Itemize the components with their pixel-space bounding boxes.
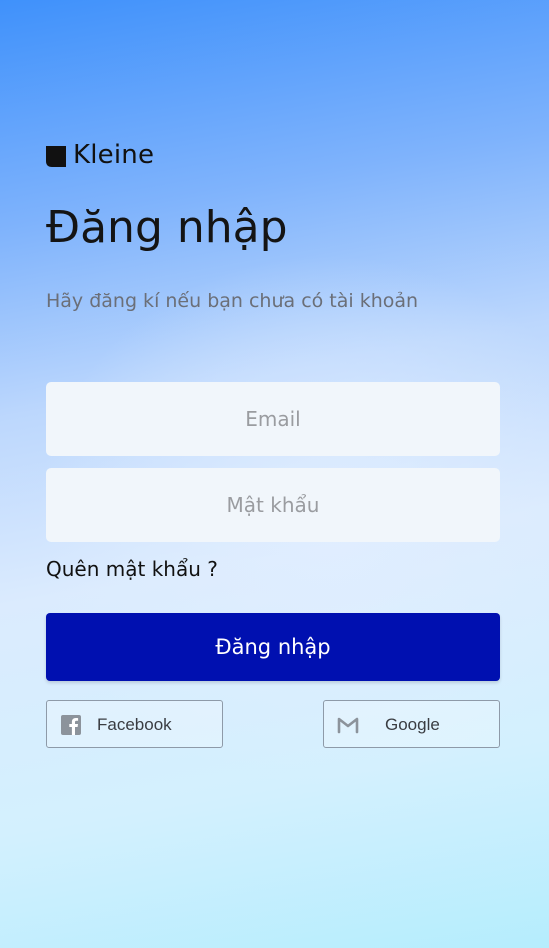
gmail-icon (337, 717, 359, 734)
forgot-password-link[interactable]: Quên mật khẩu ? (46, 555, 218, 583)
google-label: Google (385, 715, 440, 734)
brand-name: Kleine (73, 140, 155, 170)
password-input[interactable] (46, 468, 500, 542)
brand-mark-icon (46, 146, 66, 167)
page-title: Đăng nhập (46, 202, 288, 253)
brand-logo: Kleine (46, 140, 154, 170)
facebook-icon (61, 715, 81, 735)
facebook-label: Facebook (97, 715, 172, 734)
login-button[interactable]: Đăng nhập (46, 613, 500, 681)
facebook-login-button[interactable]: Facebook (46, 700, 223, 748)
google-login-button[interactable]: Google (323, 700, 500, 748)
signup-hint: Hãy đăng kí nếu bạn chưa có tài khoản (46, 290, 419, 312)
email-input[interactable] (46, 382, 500, 456)
